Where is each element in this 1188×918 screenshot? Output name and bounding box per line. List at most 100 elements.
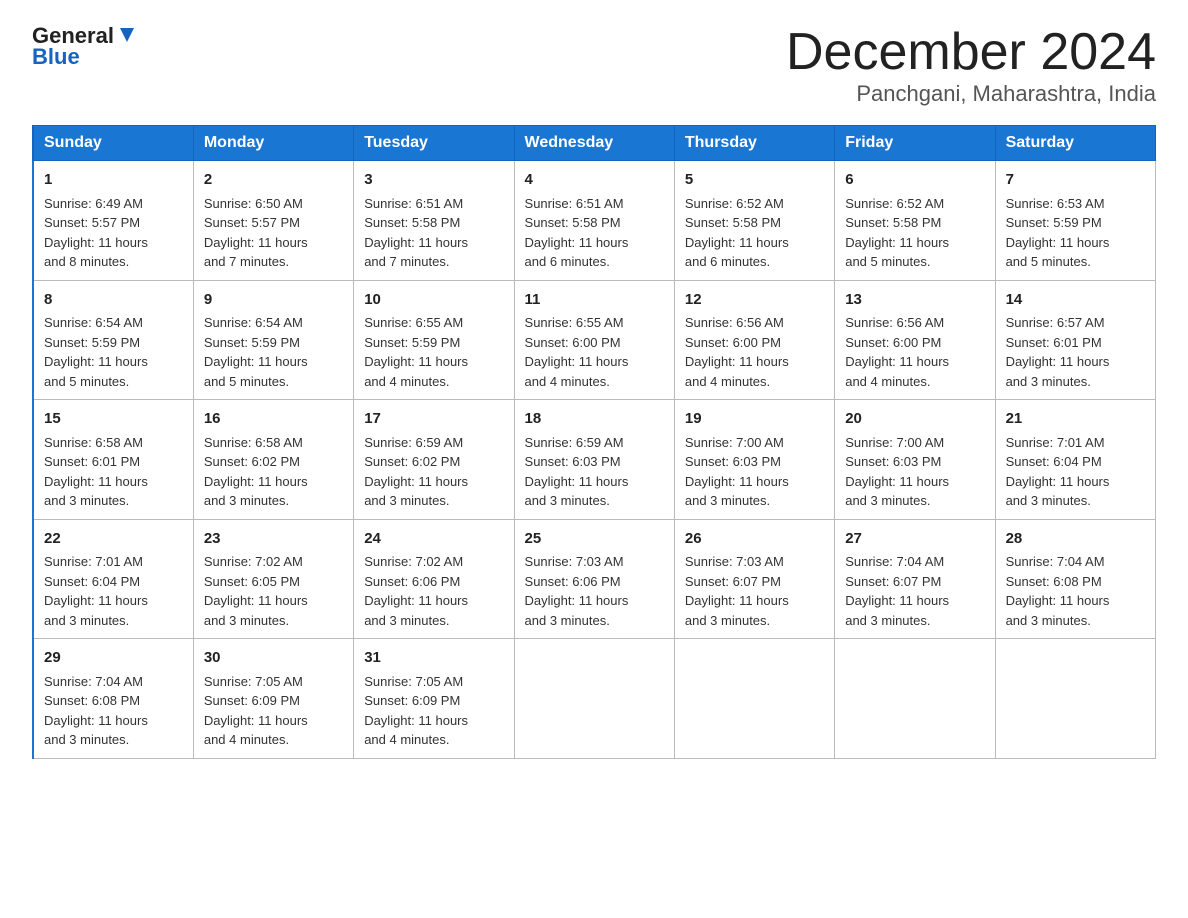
calendar-cell: 27Sunrise: 7:04 AM Sunset: 6:07 PM Dayli…	[835, 519, 995, 639]
calendar-cell: 22Sunrise: 7:01 AM Sunset: 6:04 PM Dayli…	[33, 519, 193, 639]
calendar-cell: 5Sunrise: 6:52 AM Sunset: 5:58 PM Daylig…	[674, 161, 834, 281]
day-number: 11	[525, 289, 664, 312]
day-info: Sunrise: 7:01 AM Sunset: 6:04 PM Dayligh…	[44, 552, 183, 630]
calendar-cell: 20Sunrise: 7:00 AM Sunset: 6:03 PM Dayli…	[835, 400, 995, 520]
calendar-cell: 25Sunrise: 7:03 AM Sunset: 6:06 PM Dayli…	[514, 519, 674, 639]
calendar-cell: 26Sunrise: 7:03 AM Sunset: 6:07 PM Dayli…	[674, 519, 834, 639]
month-title: December 2024	[786, 24, 1156, 81]
day-number: 17	[364, 408, 503, 431]
calendar-cell: 30Sunrise: 7:05 AM Sunset: 6:09 PM Dayli…	[193, 639, 353, 759]
day-info: Sunrise: 6:52 AM Sunset: 5:58 PM Dayligh…	[845, 194, 984, 272]
day-info: Sunrise: 6:50 AM Sunset: 5:57 PM Dayligh…	[204, 194, 343, 272]
col-header-wednesday: Wednesday	[514, 126, 674, 161]
day-number: 5	[685, 169, 824, 192]
day-info: Sunrise: 7:00 AM Sunset: 6:03 PM Dayligh…	[845, 433, 984, 511]
day-info: Sunrise: 6:58 AM Sunset: 6:01 PM Dayligh…	[44, 433, 183, 511]
col-header-sunday: Sunday	[33, 126, 193, 161]
day-info: Sunrise: 7:01 AM Sunset: 6:04 PM Dayligh…	[1006, 433, 1145, 511]
calendar-cell: 14Sunrise: 6:57 AM Sunset: 6:01 PM Dayli…	[995, 280, 1155, 400]
calendar-cell: 12Sunrise: 6:56 AM Sunset: 6:00 PM Dayli…	[674, 280, 834, 400]
day-info: Sunrise: 7:05 AM Sunset: 6:09 PM Dayligh…	[364, 672, 503, 750]
day-number: 25	[525, 528, 664, 551]
day-number: 8	[44, 289, 183, 312]
week-row-5: 29Sunrise: 7:04 AM Sunset: 6:08 PM Dayli…	[33, 639, 1156, 759]
calendar-header-row: SundayMondayTuesdayWednesdayThursdayFrid…	[33, 126, 1156, 161]
day-number: 4	[525, 169, 664, 192]
day-info: Sunrise: 7:00 AM Sunset: 6:03 PM Dayligh…	[685, 433, 824, 511]
day-number: 22	[44, 528, 183, 551]
day-info: Sunrise: 6:55 AM Sunset: 5:59 PM Dayligh…	[364, 313, 503, 391]
day-number: 14	[1006, 289, 1145, 312]
day-number: 29	[44, 647, 183, 670]
day-number: 3	[364, 169, 503, 192]
day-number: 16	[204, 408, 343, 431]
day-info: Sunrise: 7:03 AM Sunset: 6:07 PM Dayligh…	[685, 552, 824, 630]
col-header-friday: Friday	[835, 126, 995, 161]
calendar-cell: 8Sunrise: 6:54 AM Sunset: 5:59 PM Daylig…	[33, 280, 193, 400]
day-info: Sunrise: 7:04 AM Sunset: 6:08 PM Dayligh…	[44, 672, 183, 750]
calendar-cell: 2Sunrise: 6:50 AM Sunset: 5:57 PM Daylig…	[193, 161, 353, 281]
title-area: December 2024 Panchgani, Maharashtra, In…	[786, 24, 1156, 107]
day-number: 31	[364, 647, 503, 670]
col-header-tuesday: Tuesday	[354, 126, 514, 161]
calendar-cell: 4Sunrise: 6:51 AM Sunset: 5:58 PM Daylig…	[514, 161, 674, 281]
calendar-cell	[835, 639, 995, 759]
week-row-2: 8 Sunrise: 6:54 AM Sunset: 5:59 PM Daylig…	[33, 280, 1156, 400]
day-info: Sunrise: 7:02 AM Sunset: 6:06 PM Dayligh…	[364, 552, 503, 630]
col-header-thursday: Thursday	[674, 126, 834, 161]
calendar-cell: 19Sunrise: 7:00 AM Sunset: 6:03 PM Dayli…	[674, 400, 834, 520]
week-row-3: 15Sunrise: 6:58 AM Sunset: 6:01 PM Dayli…	[33, 400, 1156, 520]
week-row-1: 1Sunrise: 6:49 AM Sunset: 5:57 PM Daylig…	[33, 161, 1156, 281]
day-number: 18	[525, 408, 664, 431]
week-row-4: 22Sunrise: 7:01 AM Sunset: 6:04 PM Dayli…	[33, 519, 1156, 639]
calendar-cell: 10Sunrise: 6:55 AM Sunset: 5:59 PM Dayli…	[354, 280, 514, 400]
day-number: 27	[845, 528, 984, 551]
calendar-cell: 11Sunrise: 6:55 AM Sunset: 6:00 PM Dayli…	[514, 280, 674, 400]
day-info: Sunrise: 6:59 AM Sunset: 6:03 PM Dayligh…	[525, 433, 664, 511]
day-number: 23	[204, 528, 343, 551]
day-number: 24	[364, 528, 503, 551]
calendar-cell: 17Sunrise: 6:59 AM Sunset: 6:02 PM Dayli…	[354, 400, 514, 520]
day-info: Sunrise: 6:49 AM Sunset: 5:57 PM Dayligh…	[44, 194, 183, 272]
day-info: Sunrise: 6:57 AM Sunset: 6:01 PM Dayligh…	[1006, 313, 1145, 391]
day-info: Sunrise: 7:03 AM Sunset: 6:06 PM Dayligh…	[525, 552, 664, 630]
day-info: Sunrise: 6:52 AM Sunset: 5:58 PM Dayligh…	[685, 194, 824, 272]
calendar-cell	[995, 639, 1155, 759]
day-number: 19	[685, 408, 824, 431]
calendar-cell: 28Sunrise: 7:04 AM Sunset: 6:08 PM Dayli…	[995, 519, 1155, 639]
day-info: Sunrise: 7:04 AM Sunset: 6:07 PM Dayligh…	[845, 552, 984, 630]
calendar-cell: 18Sunrise: 6:59 AM Sunset: 6:03 PM Dayli…	[514, 400, 674, 520]
day-info: Sunrise: 6:54 AM Sunset: 5:59 PM Dayligh…	[204, 313, 343, 391]
day-info: Sunrise: 6:51 AM Sunset: 5:58 PM Dayligh…	[525, 194, 664, 272]
day-info: Sunrise: 6:51 AM Sunset: 5:58 PM Dayligh…	[364, 194, 503, 272]
page-header: General Blue December 2024 Panchgani, Ma…	[32, 24, 1156, 107]
calendar-cell: 29Sunrise: 7:04 AM Sunset: 6:08 PM Dayli…	[33, 639, 193, 759]
calendar-cell: 21Sunrise: 7:01 AM Sunset: 6:04 PM Dayli…	[995, 400, 1155, 520]
day-number: 28	[1006, 528, 1145, 551]
calendar-cell	[674, 639, 834, 759]
calendar-cell: 31Sunrise: 7:05 AM Sunset: 6:09 PM Dayli…	[354, 639, 514, 759]
day-number: 9	[204, 289, 343, 312]
day-info: Sunrise: 6:56 AM Sunset: 6:00 PM Dayligh…	[685, 313, 824, 391]
day-number: 13	[845, 289, 984, 312]
day-info: Sunrise: 6:58 AM Sunset: 6:02 PM Dayligh…	[204, 433, 343, 511]
logo-arrow-icon	[116, 24, 138, 46]
day-number: 10	[364, 289, 503, 312]
day-number: 20	[845, 408, 984, 431]
calendar-cell: 6Sunrise: 6:52 AM Sunset: 5:58 PM Daylig…	[835, 161, 995, 281]
day-number: 6	[845, 169, 984, 192]
calendar-cell	[514, 639, 674, 759]
calendar-cell: 16Sunrise: 6:58 AM Sunset: 6:02 PM Dayli…	[193, 400, 353, 520]
day-number: 7	[1006, 169, 1145, 192]
day-info: Sunrise: 7:05 AM Sunset: 6:09 PM Dayligh…	[204, 672, 343, 750]
day-number: 26	[685, 528, 824, 551]
day-number: 12	[685, 289, 824, 312]
logo: General Blue	[32, 24, 138, 70]
location-text: Panchgani, Maharashtra, India	[786, 81, 1156, 107]
col-header-monday: Monday	[193, 126, 353, 161]
day-info: Sunrise: 6:59 AM Sunset: 6:02 PM Dayligh…	[364, 433, 503, 511]
calendar-cell: 13Sunrise: 6:56 AM Sunset: 6:00 PM Dayli…	[835, 280, 995, 400]
day-info: Sunrise: 7:04 AM Sunset: 6:08 PM Dayligh…	[1006, 552, 1145, 630]
col-header-saturday: Saturday	[995, 126, 1155, 161]
day-info: Sunrise: 6:56 AM Sunset: 6:00 PM Dayligh…	[845, 313, 984, 391]
